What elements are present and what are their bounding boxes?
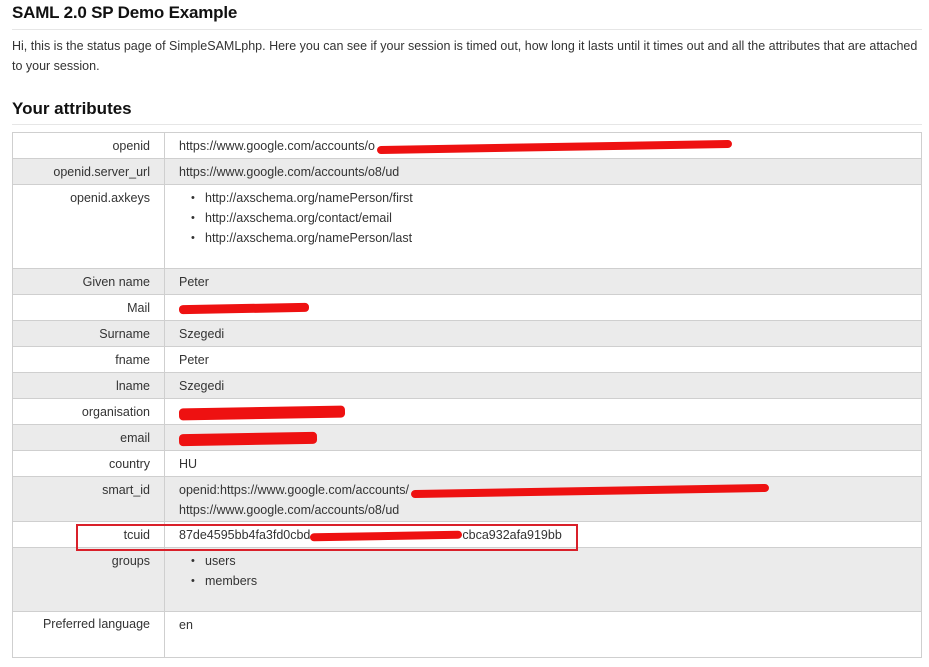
attr-value (164, 294, 922, 321)
table-row: country HU (12, 450, 922, 477)
attr-key: fname (12, 346, 165, 373)
axkeys-list: http://axschema.org/namePerson/first htt… (179, 188, 921, 248)
list-item: users (191, 551, 921, 571)
attr-value: Peter (164, 346, 922, 373)
intro-text: Hi, this is the status page of SimpleSAM… (12, 39, 918, 73)
redaction-mark (178, 405, 346, 421)
attr-key: email (12, 424, 165, 451)
table-row: Preferred language en (12, 611, 922, 658)
divider (12, 29, 922, 30)
attributes-table: openid https://www.google.com/accounts/o… (12, 132, 922, 658)
attr-value: Szegedi (164, 372, 922, 399)
attr-key: openid (12, 132, 165, 159)
table-row: smart_id openid:https://www.google.com/a… (12, 476, 922, 522)
attr-value: https://www.google.com/accounts/o8/ud (164, 158, 922, 185)
table-row: openid.server_url https://www.google.com… (12, 158, 922, 185)
table-row: lname Szegedi (12, 372, 922, 399)
attr-value: https://www.google.com/accounts/o (164, 132, 922, 159)
attr-value: users members (164, 547, 922, 612)
attr-key: organisation (12, 398, 165, 425)
attr-key: openid.axkeys (12, 184, 165, 269)
table-row: groups users members (12, 547, 922, 612)
attr-value: en (164, 611, 922, 658)
table-row: openid.axkeys http://axschema.org/namePe… (12, 184, 922, 269)
attr-value (164, 398, 922, 425)
list-item: http://axschema.org/contact/email (191, 208, 921, 228)
attr-value: Szegedi (164, 320, 922, 347)
attr-value (164, 424, 922, 451)
page-title: SAML 2.0 SP Demo Example (12, 3, 238, 22)
table-row: email (12, 424, 922, 451)
redaction-mark (376, 139, 732, 154)
divider (12, 124, 922, 125)
smart-id-line1: openid:https://www.google.com/accounts/ (179, 483, 409, 497)
attr-value: HU (164, 450, 922, 477)
attr-key: smart_id (12, 476, 165, 522)
attr-value: http://axschema.org/namePerson/first htt… (164, 184, 922, 269)
table-row: Given name Peter (12, 268, 922, 295)
attr-key: Surname (12, 320, 165, 347)
list-item: http://axschema.org/namePerson/last (191, 228, 921, 248)
tcuid-highlight (76, 524, 578, 551)
attr-key: country (12, 450, 165, 477)
attr-key: Mail (12, 294, 165, 321)
section-title: Your attributes (12, 99, 132, 118)
redaction-mark (410, 483, 770, 498)
attr-value: openid:https://www.google.com/accounts/ … (164, 476, 922, 522)
table-row: openid https://www.google.com/accounts/o (12, 132, 922, 159)
attr-key: groups (12, 547, 165, 612)
attr-key: openid.server_url (12, 158, 165, 185)
list-item: members (191, 571, 921, 591)
redaction-mark (178, 303, 310, 315)
redaction-mark (178, 431, 318, 446)
list-item: http://axschema.org/namePerson/first (191, 188, 921, 208)
attr-value: Peter (164, 268, 922, 295)
table-row: Surname Szegedi (12, 320, 922, 347)
table-row: Mail (12, 294, 922, 321)
attr-key: Given name (12, 268, 165, 295)
groups-list: users members (179, 551, 921, 591)
table-row: organisation (12, 398, 922, 425)
attr-key: Preferred language (12, 611, 165, 658)
smart-id-line2: https://www.google.com/accounts/o8/ud (179, 503, 400, 517)
table-row: fname Peter (12, 346, 922, 373)
attr-key: lname (12, 372, 165, 399)
